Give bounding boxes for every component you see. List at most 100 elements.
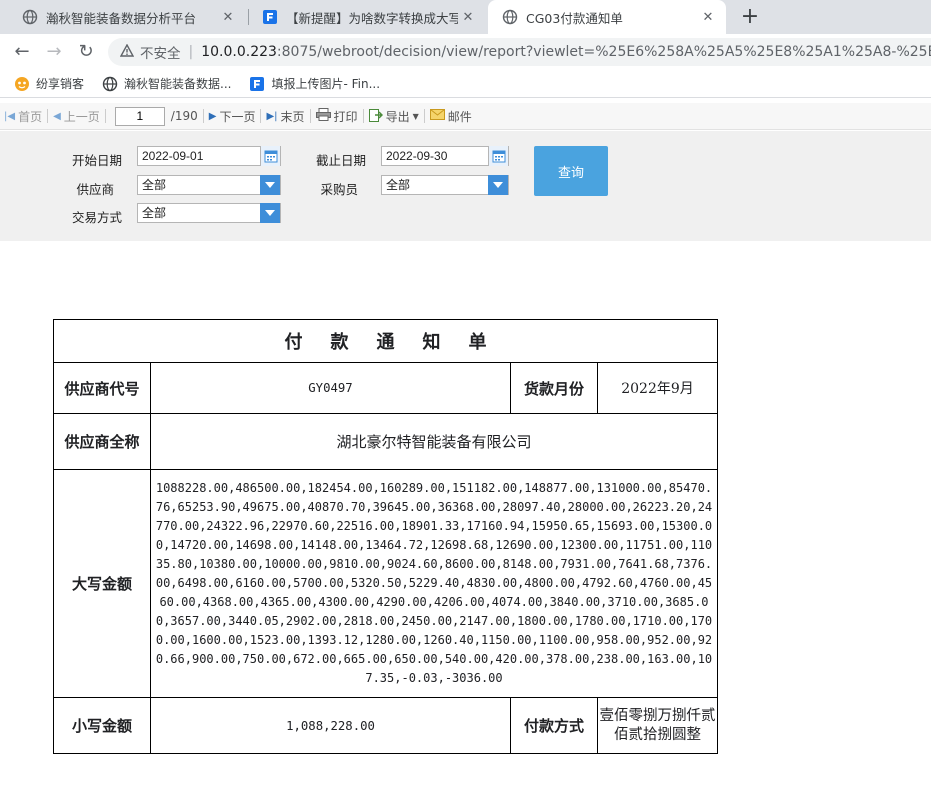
supplier-label: 供应商 <box>76 182 114 197</box>
print-label: 打印 <box>333 109 358 124</box>
page-number-input[interactable] <box>114 106 165 126</box>
export-button[interactable]: 导出 ▼ <box>368 108 419 125</box>
supplier-name-label: 供应商全称 <box>53 413 151 470</box>
browser-tabstrip: 瀚秋智能装备数据分析平台 ✕ 【新提醒】为啥数字转换成大写中 ✕ CG03付款通… <box>0 0 931 34</box>
supplier-value: 全部 <box>142 178 167 192</box>
toolbar-divider <box>104 109 106 123</box>
export-icon <box>368 108 383 125</box>
page-total: /190 <box>170 109 198 123</box>
bookmark-platform[interactable]: 瀚秋智能装备数据... <box>102 75 231 92</box>
report-title: 付款通知单 <box>53 319 718 363</box>
supplier-select[interactable]: 全部 <box>137 175 281 195</box>
payment-notice-table: 付款通知单 供应商代号 GY0497 货款月份 2022年9月 供应商全称 湖北… <box>53 319 718 754</box>
printer-icon <box>315 108 331 124</box>
first-page-icon: |◀ <box>4 110 16 122</box>
globe-icon <box>102 76 118 92</box>
bookmark-label: 纷享销客 <box>36 77 85 91</box>
url-path: :8075/webroot/decision/view/report?viewl… <box>276 44 931 60</box>
trade-method-label: 交易方式 <box>71 210 122 225</box>
dropdown-caret-icon: ▼ <box>412 111 419 121</box>
browser-navbar: ← → ↻ 不安全 | 10.0.0.223:8075/webroot/deci… <box>0 34 931 70</box>
last-page-icon: ▶| <box>266 110 278 122</box>
fxiaoke-icon <box>14 76 30 92</box>
close-icon[interactable]: ✕ <box>698 10 718 25</box>
bookmark-label: 瀚秋智能装备数据... <box>124 77 232 91</box>
calendar-icon[interactable] <box>488 146 508 166</box>
envelope-icon <box>429 109 445 123</box>
supplier-code-label: 供应商代号 <box>53 362 151 414</box>
warning-icon[interactable] <box>119 43 135 61</box>
supplier-code-value: GY0497 <box>150 362 511 414</box>
globe-icon <box>502 9 518 25</box>
next-page-button[interactable]: ▶ 下一页 <box>209 108 256 125</box>
bookmark-upload-image[interactable]: 填报上传图片- Fin... <box>249 75 380 92</box>
globe-icon <box>22 9 38 25</box>
security-label: 不安全 <box>140 46 181 62</box>
print-button[interactable]: 打印 <box>315 108 358 125</box>
browser-tab-platform[interactable]: 瀚秋智能装备数据分析平台 ✕ <box>8 0 246 34</box>
first-page-button[interactable]: |◀ 首页 <box>4 108 42 125</box>
close-icon[interactable]: ✕ <box>458 10 478 25</box>
prev-page-label: 上一页 <box>63 109 100 124</box>
chevron-down-icon[interactable] <box>260 175 280 195</box>
url-host: 10.0.0.223 <box>201 44 277 60</box>
first-page-label: 首页 <box>18 109 43 124</box>
prev-page-button[interactable]: ◀ 上一页 <box>53 108 100 125</box>
chevron-down-icon[interactable] <box>488 175 508 195</box>
next-page-icon: ▶ <box>208 110 217 122</box>
end-date-input[interactable]: 2022-09-30 <box>381 146 509 166</box>
upper-amount-value: 1088228.00,486500.00,182454.00,160289.00… <box>150 469 718 698</box>
pay-method-label: 付款方式 <box>510 697 598 754</box>
buyer-value: 全部 <box>386 178 411 192</box>
calendar-icon[interactable] <box>260 146 280 166</box>
bookmark-fxiaoke[interactable]: 纷享销客 <box>14 75 84 92</box>
tab-title: CG03付款通知单 <box>526 10 623 26</box>
report-toolbar: |◀ 首页 ◀ 上一页 /190 ▶ 下一页 ▶| 末页 打印 导出 ▼ 邮件 <box>0 103 931 130</box>
month-label: 货款月份 <box>510 362 598 414</box>
toolbar-divider <box>309 109 311 123</box>
browser-tab-forum[interactable]: 【新提醒】为啥数字转换成大写中 ✕ <box>248 0 486 34</box>
toolbar-divider <box>260 109 262 123</box>
tab-title: 瀚秋智能装备数据分析平台 <box>46 10 197 26</box>
browser-tab-report[interactable]: CG03付款通知单 ✕ <box>488 0 726 34</box>
address-divider: | <box>188 44 194 60</box>
end-date-label: 截止日期 <box>315 153 366 168</box>
tab-title: 【新提醒】为啥数字转换成大写中 <box>286 10 458 26</box>
upper-amount-label: 大写金额 <box>53 469 151 698</box>
trade-method-select[interactable]: 全部 <box>137 203 281 223</box>
lower-amount-value: 1,088,228.00 <box>150 697 511 754</box>
close-icon[interactable]: ✕ <box>218 10 238 25</box>
supplier-name-value: 湖北豪尔特智能装备有限公司 <box>150 413 718 470</box>
bookmark-label: 填报上传图片- Fin... <box>271 77 381 91</box>
last-page-label: 末页 <box>280 109 305 124</box>
toolbar-divider <box>423 109 425 123</box>
prev-page-icon: ◀ <box>53 110 61 122</box>
buyer-label: 采购员 <box>320 182 358 197</box>
toolbar-divider <box>362 109 364 123</box>
mail-label: 邮件 <box>447 109 472 124</box>
toolbar-divider <box>47 109 49 123</box>
bookmarks-bar: 纷享销客 瀚秋智能装备数据... 填报上传图片- Fin... <box>0 70 931 98</box>
trade-method-value: 全部 <box>142 206 167 220</box>
forward-arrow-icon[interactable]: → <box>42 40 66 64</box>
pay-method-value: 壹佰零捌万捌仟贰佰贰拾捌圆整 <box>597 697 718 754</box>
last-page-button[interactable]: ▶| 末页 <box>266 108 304 125</box>
start-date-value: 2022-09-01 <box>142 149 204 163</box>
buyer-select[interactable]: 全部 <box>381 175 509 195</box>
end-date-value: 2022-09-30 <box>386 149 448 163</box>
finereport-icon <box>249 76 265 92</box>
query-button[interactable]: 查询 <box>534 146 608 196</box>
address-bar[interactable]: 不安全 | 10.0.0.223:8075/webroot/decision/v… <box>108 38 931 66</box>
reload-icon[interactable]: ↻ <box>74 40 98 64</box>
parameter-panel: 开始日期 2022-09-01 截止日期 2022-09-30 供应商 全部 采… <box>0 131 931 241</box>
new-tab-button[interactable]: + <box>738 4 762 29</box>
toolbar-divider <box>202 109 204 123</box>
start-date-input[interactable]: 2022-09-01 <box>137 146 281 166</box>
month-value: 2022年9月 <box>597 362 718 414</box>
chevron-down-icon[interactable] <box>260 203 280 223</box>
back-arrow-icon[interactable]: ← <box>10 40 34 64</box>
start-date-label: 开始日期 <box>71 153 122 168</box>
mail-button[interactable]: 邮件 <box>429 108 472 125</box>
export-label: 导出 <box>385 109 410 124</box>
next-page-label: 下一页 <box>219 109 256 124</box>
